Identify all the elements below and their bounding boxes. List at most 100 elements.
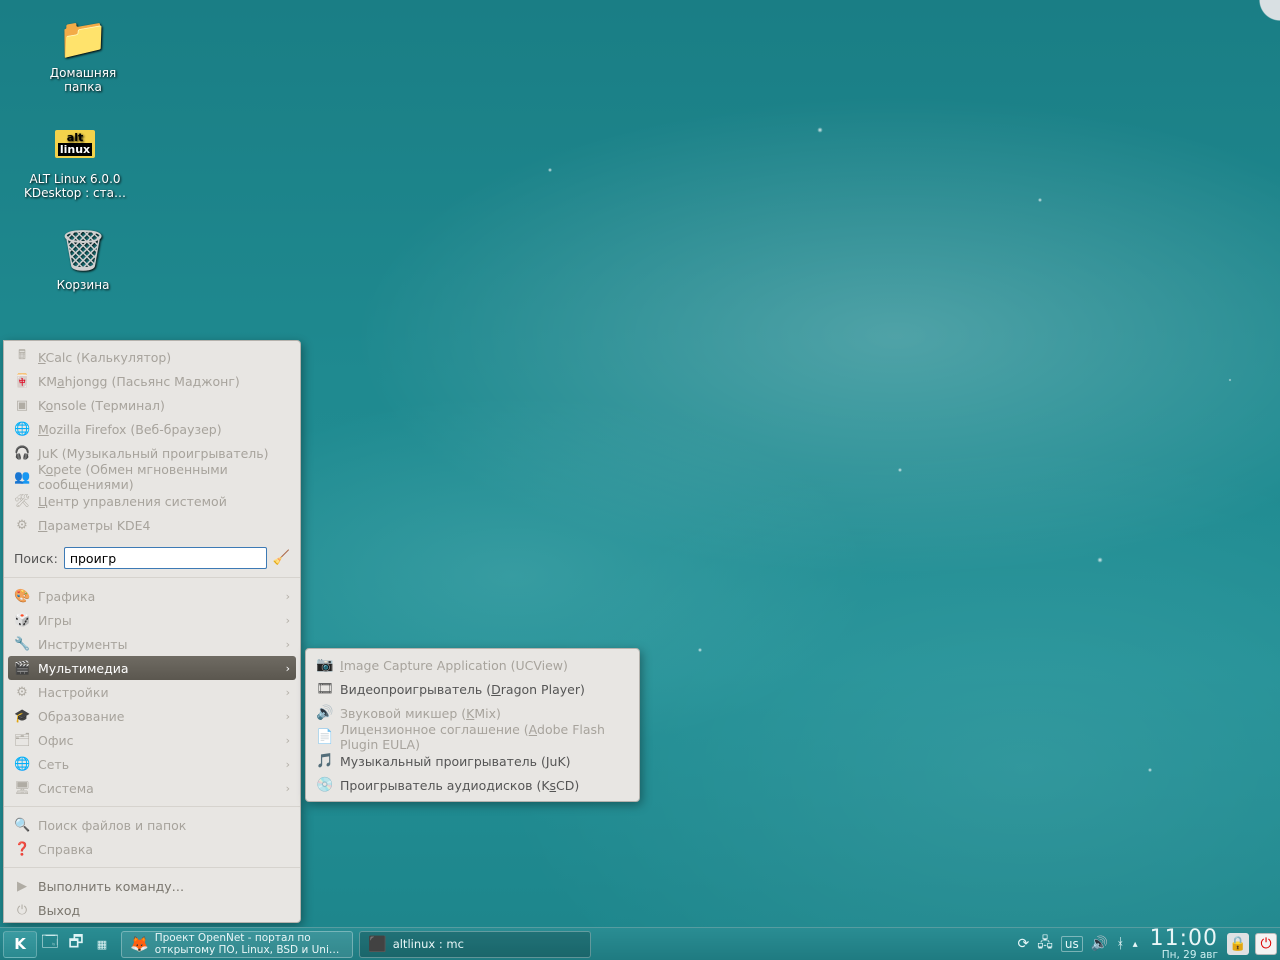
- category-icon: ⚙: [14, 685, 30, 700]
- menu-favorite-item[interactable]: 🛠 Центр управления системой: [4, 489, 300, 513]
- menu-category-Мультимедиа[interactable]: 🎬Мультимедиа›: [8, 656, 296, 680]
- submenu-item-label: Звуковой микшер (KMix): [340, 706, 501, 721]
- menu-item-label: Система: [38, 781, 94, 796]
- submenu-item-label: Image Capture Application (UCView): [340, 658, 568, 673]
- keyboard-layout-indicator[interactable]: us: [1061, 936, 1083, 952]
- category-icon: 🗂: [14, 733, 30, 748]
- app-icon: 🔊: [316, 705, 332, 721]
- system-tray: ⟳ 🖧 us 🔊 ᚼ ▴: [1012, 932, 1144, 956]
- chevron-right-icon: ›: [286, 734, 290, 747]
- desktop-icon-home-folder[interactable]: 📁Домашняя папка: [28, 14, 138, 94]
- search-input[interactable]: [64, 547, 267, 569]
- submenu-item-label: Видеопроигрыватель (Dragon Player): [340, 682, 585, 697]
- menu-category-Инструменты[interactable]: 🔧Инструменты›: [4, 632, 300, 656]
- tray-expand-icon[interactable]: ▴: [1133, 939, 1138, 950]
- menu-category-Сеть[interactable]: 🌐Сеть›: [4, 752, 300, 776]
- clear-search-icon[interactable]: 🧹: [273, 550, 290, 566]
- app-icon: 🖩: [14, 346, 30, 368]
- menu-favorite-item[interactable]: 👥Kopete (Обмен мгновенными сообщениями): [4, 465, 300, 489]
- category-icon: 🎲: [14, 613, 30, 628]
- trash-icon: 🗑: [59, 226, 107, 274]
- volume-icon[interactable]: 🔊: [1091, 936, 1108, 952]
- bluetooth-icon[interactable]: ᚼ: [1116, 936, 1124, 952]
- action-icon: ⏻: [14, 903, 30, 918]
- menu-item-label: Выход: [38, 903, 80, 918]
- menu-favorite-item[interactable]: 🖩KCalc (Калькулятор): [4, 345, 300, 369]
- menu-item-label: Kopete (Обмен мгновенными сообщениями): [38, 462, 290, 492]
- clock[interactable]: 11:00 Пн, 29 авг: [1144, 928, 1224, 960]
- menu-category-Настройки[interactable]: ⚙Настройки›: [4, 680, 300, 704]
- menu-favorite-item[interactable]: 🀄KMahjongg (Пасьянс Маджонг): [4, 369, 300, 393]
- menu-favorite-item[interactable]: ▣ Konsole (Терминал): [4, 393, 300, 417]
- submenu-item[interactable]: 📷 Image Capture Application (UCView): [306, 653, 639, 677]
- application-launcher-menu: 🖩KCalc (Калькулятор)🀄KMahjongg (Пасьянс …: [3, 340, 301, 923]
- updates-icon[interactable]: ⟳: [1018, 936, 1030, 952]
- menu-category-Образование[interactable]: 🎓Образование›: [4, 704, 300, 728]
- category-icon: 🖥: [14, 781, 30, 796]
- menu-action-item[interactable]: ❓Справка: [4, 837, 300, 861]
- shutdown-button[interactable]: ⏻: [1255, 933, 1277, 955]
- category-icon: 🔧: [14, 637, 30, 652]
- app-icon: 🎧: [14, 446, 30, 461]
- search-label: Поиск:: [14, 551, 58, 566]
- menu-category-Офис[interactable]: 🗂 Офис ›: [4, 728, 300, 752]
- menu-item-label: Образование: [38, 709, 124, 724]
- clock-time: 11:00: [1150, 928, 1218, 950]
- menu-item-label: Konsole (Терминал): [38, 398, 165, 413]
- category-icon: 🎨: [14, 589, 30, 604]
- submenu-item-label: Музыкальный проигрыватель (JuK): [340, 754, 571, 769]
- menu-favorite-item[interactable]: ⚙Параметры KDE4: [4, 513, 300, 537]
- taskbar-task[interactable]: 🦊Проект OpenNet - портал пооткрытому ПО,…: [121, 931, 353, 958]
- menu-item-label: Настройки: [38, 685, 109, 700]
- desktop-icon-alt-linux[interactable]: altlinux ALT Linux 6.0.0 KDesktop : ста…: [20, 120, 130, 200]
- taskbar-task[interactable]: ⬛altlinux : mc: [359, 931, 591, 958]
- task-title: altlinux : mc: [393, 937, 464, 951]
- menu-category-Графика[interactable]: 🎨 Графика ›: [4, 584, 300, 608]
- menu-item-label: Игры: [38, 613, 72, 628]
- menu-item-label: Графика: [38, 589, 95, 604]
- menu-item-label: Офис: [38, 733, 74, 748]
- desktop-icon-label: Домашняя папка: [28, 66, 138, 94]
- app-icon: 🌐: [14, 422, 30, 437]
- submenu-item[interactable]: 📄 Лицензионное соглашение (Adobe Flash Pl…: [306, 725, 639, 749]
- submenu-item-label: Проигрыватель аудиодисков (KsCD): [340, 778, 579, 793]
- quicklaunch-desktop-icon[interactable]: 🗗: [63, 931, 89, 958]
- submenu-item[interactable]: 🎞Видеопроигрыватель (Dragon Player): [306, 677, 639, 701]
- submenu-item-label: Лицензионное соглашение (Adobe Flash Plu…: [340, 722, 629, 752]
- submenu-item[interactable]: 💿Проигрыватель аудиодисков (KsCD): [306, 773, 639, 797]
- menu-category-Система[interactable]: 🖥Система›: [4, 776, 300, 800]
- menu-action-item[interactable]: ⏻ Выход: [4, 898, 300, 922]
- menu-item-label: Поиск файлов и папок: [38, 818, 186, 833]
- menu-action-item[interactable]: ▶Выполнить команду…: [4, 874, 300, 898]
- app-icon: ▣: [14, 398, 30, 413]
- menu-item-label: Центр управления системой: [38, 494, 227, 509]
- menu-item-label: JuK (Музыкальный проигрыватель): [38, 446, 269, 461]
- desktop-icon-label: Корзина: [28, 278, 138, 292]
- quicklaunch-pager[interactable]: ▦: [89, 938, 115, 951]
- app-icon: 📄: [316, 729, 332, 745]
- chevron-right-icon: ›: [286, 662, 290, 675]
- category-icon: 🎬: [14, 661, 30, 676]
- app-icon: 🛠: [14, 494, 30, 509]
- menu-favorite-item[interactable]: 🌐 Mozilla Firefox (Веб-браузер): [4, 417, 300, 441]
- chevron-right-icon: ›: [286, 710, 290, 723]
- menu-action-item[interactable]: 🔍Поиск файлов и папок: [4, 813, 300, 837]
- menu-item-label: Выполнить команду…: [38, 879, 184, 894]
- task-title: Проект OpenNet - портал пооткрытому ПО, …: [155, 932, 340, 956]
- alt-linux-icon: altlinux: [51, 120, 99, 168]
- category-icon: 🌐: [14, 757, 30, 772]
- submenu-item[interactable]: 🎵Музыкальный проигрыватель (JuK): [306, 749, 639, 773]
- lock-screen-button[interactable]: 🔒: [1227, 933, 1249, 955]
- network-icon[interactable]: 🖧: [1037, 932, 1053, 956]
- app-icon: ⚙: [14, 518, 30, 533]
- desktop-icon-label: ALT Linux 6.0.0 KDesktop : ста…: [20, 172, 130, 200]
- menu-category-Игры[interactable]: 🎲Игры›: [4, 608, 300, 632]
- chevron-right-icon: ›: [286, 590, 290, 603]
- menu-item-label: Сеть: [38, 757, 69, 772]
- desktop-icon-trash[interactable]: 🗑 Корзина: [28, 226, 138, 292]
- app-icon: 📷: [316, 657, 332, 673]
- action-icon: ❓: [14, 842, 30, 857]
- kickoff-button[interactable]: K: [3, 931, 37, 958]
- menu-item-label: Mozilla Firefox (Веб-браузер): [38, 422, 222, 437]
- quicklaunch-filemanager-icon[interactable]: 🗔: [37, 931, 63, 958]
